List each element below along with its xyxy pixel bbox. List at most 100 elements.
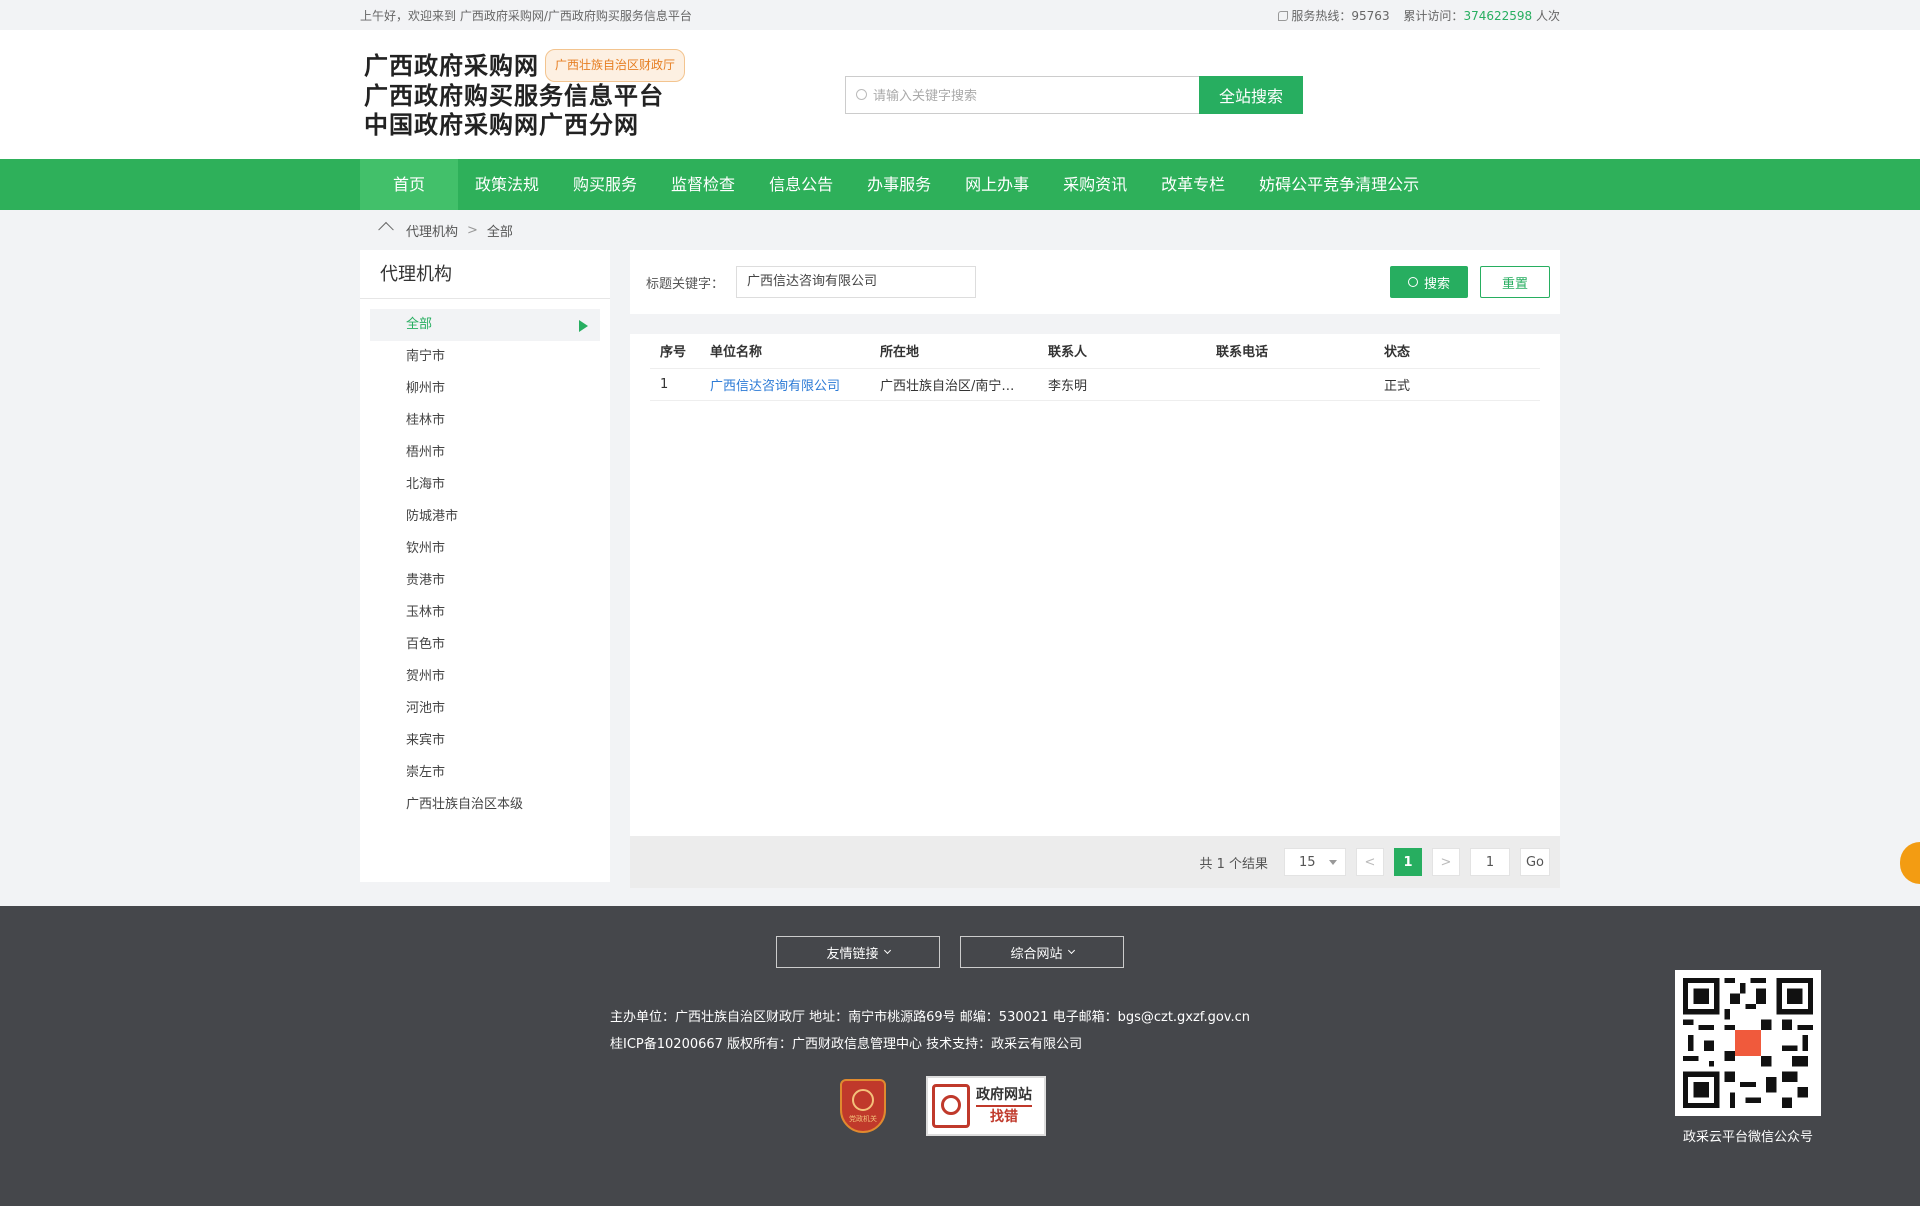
- sidebar-item-guilin[interactable]: 桂林市: [370, 405, 600, 437]
- main-content: 标题关键字： 广西信达咨询有限公司 搜索 重置 序号 单位名称 所在地 联系人 …: [630, 250, 1560, 888]
- caret-down-icon: [1329, 859, 1337, 865]
- row-status: 正式: [1374, 368, 1540, 401]
- col-phone: 联系电话: [1206, 334, 1374, 369]
- sidebar-item-laibin[interactable]: 来宾市: [370, 725, 600, 757]
- sidebar-item-baise[interactable]: 百色市: [370, 629, 600, 661]
- go-button[interactable]: Go: [1520, 848, 1550, 876]
- filter-bar: 标题关键字： 广西信达咨询有限公司 搜索 重置: [630, 250, 1560, 314]
- sidebar-item-fangchenggang[interactable]: 防城港市: [370, 501, 600, 533]
- footer-info: 主办单位：广西壮族自治区财政厅 地址：南宁市桃源路69号 邮编：530021 电…: [610, 1004, 1250, 1058]
- floating-helper-icon[interactable]: [1900, 842, 1920, 884]
- nav-item-supervision[interactable]: 监督检查: [654, 159, 752, 210]
- sidebar-item-beihai[interactable]: 北海市: [370, 469, 600, 501]
- sidebar-item-region-level[interactable]: 广西壮族自治区本级: [370, 789, 600, 821]
- page-jump-input[interactable]: 1: [1470, 848, 1510, 876]
- col-no: 序号: [650, 334, 700, 369]
- site-header: 广西政府采购网 广西壮族自治区财政厅 广西政府购买服务信息平台 中国政府采购网广西…: [0, 30, 1920, 159]
- nav-item-policy[interactable]: 政策法规: [458, 159, 556, 210]
- welcome-text: 上午好，欢迎来到 广西政府采购网/广西政府购买服务信息平台: [360, 8, 692, 23]
- sidebar-item-liuzhou[interactable]: 柳州市: [370, 373, 600, 405]
- sidebar-item-all[interactable]: 全部: [370, 309, 600, 341]
- top-bar-stats: 服务热线：95763 累计访问：374622598 人次: [1268, 7, 1560, 24]
- logo-line2: 广西政府购买服务信息平台: [364, 82, 664, 110]
- sidebar-item-wuzhou[interactable]: 梧州市: [370, 437, 600, 469]
- sidebar-title: 代理机构: [360, 250, 610, 299]
- sidebar-item-guigang[interactable]: 贵港市: [370, 565, 600, 597]
- home-icon[interactable]: [380, 224, 394, 236]
- visit-counter: 累计访问：374622598 人次: [1403, 8, 1560, 23]
- breadcrumb: 代理机构 > 全部: [360, 210, 1560, 250]
- nav-item-services[interactable]: 办事服务: [850, 159, 948, 210]
- qr-code-icon: [1683, 978, 1813, 1108]
- nav-item-fair-competition[interactable]: 妨碍公平竞争清理公示: [1242, 159, 1436, 210]
- footer-info-line2: 桂ICP备10200667 版权所有：广西财政信息管理中心 技术支持：政采云有限…: [610, 1037, 1083, 1052]
- page-size-select[interactable]: 15: [1284, 848, 1346, 876]
- site-search: 请输入关键字搜索 全站搜索: [845, 75, 1303, 114]
- next-page-button[interactable]: >: [1432, 848, 1460, 876]
- agency-table: 序号 单位名称 所在地 联系人 联系电话 状态 1 广西信达咨询有限公司 广西壮: [650, 334, 1540, 401]
- wechat-qr-code: [1675, 970, 1821, 1116]
- chevron-down-icon: [1067, 946, 1075, 955]
- row-phone: [1206, 368, 1374, 401]
- nav-item-announcements[interactable]: 信息公告: [752, 159, 850, 210]
- sidebar-item-hezhou[interactable]: 贺州市: [370, 661, 600, 693]
- result-total: 共 1 个结果: [1199, 856, 1268, 872]
- sidebar-item-qinzhou[interactable]: 钦州市: [370, 533, 600, 565]
- sidebar-item-nanning[interactable]: 南宁市: [370, 341, 600, 373]
- visit-count: 374622598: [1463, 8, 1533, 23]
- sidebar-item-yulin[interactable]: 玉林市: [370, 597, 600, 629]
- search-icon: [856, 89, 867, 100]
- table-header-row: 序号 单位名称 所在地 联系人 联系电话 状态: [650, 334, 1540, 369]
- results-panel: 序号 单位名称 所在地 联系人 联系电话 状态 1 广西信达咨询有限公司 广西壮: [630, 334, 1560, 836]
- breadcrumb-agencies[interactable]: 代理机构: [406, 221, 458, 240]
- row-contact: 李东明: [1038, 368, 1206, 401]
- logo-line1: 广西政府采购网: [364, 52, 539, 80]
- footer-info-line1: 主办单位：广西壮族自治区财政厅 地址：南宁市桃源路69号 邮编：530021 电…: [610, 1010, 1250, 1025]
- keyword-label: 标题关键字：: [646, 276, 725, 292]
- nav-item-news[interactable]: 采购资讯: [1046, 159, 1144, 210]
- search-button[interactable]: 搜索: [1390, 266, 1468, 298]
- logo-badge: 广西壮族自治区财政厅: [545, 49, 686, 82]
- nav-item-home[interactable]: 首页: [360, 159, 459, 210]
- breadcrumb-current: 全部: [486, 224, 513, 240]
- agency-name-link[interactable]: 广西信达咨询有限公司: [710, 379, 840, 394]
- table-row: 1 广西信达咨询有限公司 广西壮族自治区/南宁… 李东明 正式: [650, 368, 1540, 401]
- search-icon: [1407, 277, 1418, 287]
- qr-caption: 政采云平台微信公众号: [1682, 1130, 1813, 1145]
- row-no: 1: [650, 368, 700, 401]
- col-name: 单位名称: [700, 334, 870, 369]
- top-bar: 上午好，欢迎来到 广西政府采购网/广西政府购买服务信息平台 服务热线：95763…: [0, 0, 1920, 30]
- nav-item-reform[interactable]: 改革专栏: [1144, 159, 1242, 210]
- nav-item-online[interactable]: 网上办事: [948, 159, 1046, 210]
- party-agency-emblem-icon[interactable]: 党政机关: [840, 1079, 886, 1133]
- site-search-input[interactable]: 请输入关键字搜索: [845, 75, 1199, 114]
- breadcrumb-separator: >: [467, 222, 478, 238]
- site-footer: 友情链接 综合网站 主办单位：广西壮族自治区财政厅 地址：南宁市桃源路69号 邮…: [0, 906, 1920, 1206]
- col-location: 所在地: [870, 334, 1038, 369]
- keyword-input[interactable]: 广西信达咨询有限公司: [736, 266, 977, 298]
- site-logo[interactable]: 广西政府采购网 广西壮族自治区财政厅 广西政府购买服务信息平台 中国政府采购网广西…: [360, 49, 800, 140]
- gov-site-error-report-badge[interactable]: 政府网站 找错: [926, 1076, 1046, 1136]
- phone-icon: [1278, 10, 1289, 21]
- logo-line3: 中国政府采购网广西分网: [364, 111, 639, 139]
- hotline: 服务热线：95763: [1278, 9, 1390, 23]
- region-list: 全部 南宁市 柳州市 桂林市 梧州市 北海市 防城港市 钦州市 贵港市 玉林市 …: [360, 299, 610, 831]
- portal-sites-dropdown[interactable]: 综合网站: [960, 936, 1124, 968]
- row-location: 广西壮族自治区/南宁…: [870, 368, 1038, 401]
- magnifier-icon: [932, 1084, 970, 1128]
- page-1-button[interactable]: 1: [1394, 848, 1422, 876]
- friend-links-dropdown[interactable]: 友情链接: [776, 936, 940, 968]
- col-status: 状态: [1374, 334, 1540, 369]
- sidebar: 代理机构 全部 南宁市 柳州市 桂林市 梧州市 北海市 防城港市 钦州市 贵港市…: [360, 250, 610, 882]
- site-search-button[interactable]: 全站搜索: [1199, 75, 1303, 114]
- chevron-down-icon: [883, 946, 891, 955]
- col-contact: 联系人: [1038, 334, 1206, 369]
- sidebar-item-hechi[interactable]: 河池市: [370, 693, 600, 725]
- sidebar-item-chongzuo[interactable]: 崇左市: [370, 757, 600, 789]
- footer-links: 友情链接 综合网站: [776, 936, 1144, 968]
- triangle-right-icon: [579, 320, 588, 332]
- reset-button[interactable]: 重置: [1480, 266, 1550, 298]
- prev-page-button[interactable]: <: [1356, 848, 1384, 876]
- nav-item-purchase-service[interactable]: 购买服务: [556, 159, 654, 210]
- pagination: 共 1 个结果 15 < 1 > 1 Go: [630, 836, 1560, 888]
